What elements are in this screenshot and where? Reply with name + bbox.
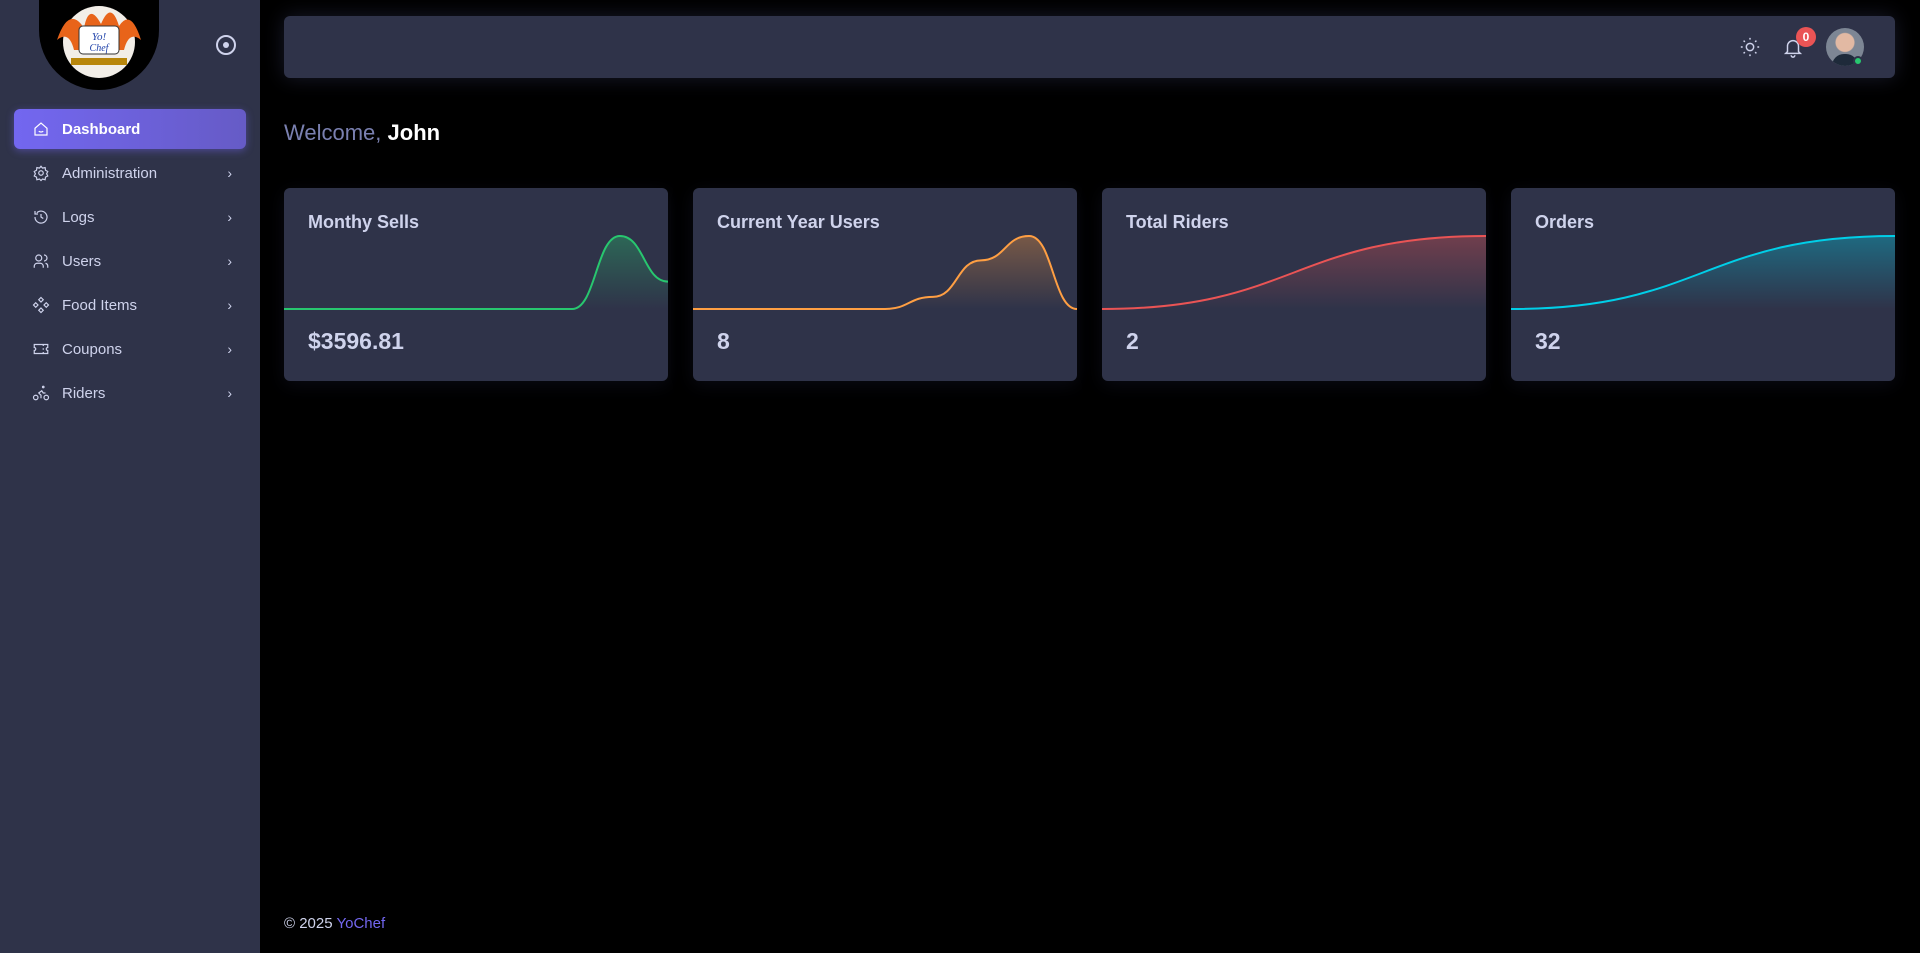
stat-card-orders: Orders 32 [1511, 188, 1895, 381]
card-value: 32 [1535, 328, 1561, 354]
sidebar: Yo! Chef Dashboard Administration › Logs … [0, 0, 260, 953]
sidebar-item-label: Dashboard [62, 120, 141, 138]
sparkline-chart [284, 234, 668, 310]
sidebar-item-riders[interactable]: Riders › [14, 373, 246, 413]
online-status-dot [1853, 56, 1863, 66]
chevron-right-icon: › [227, 297, 232, 313]
components-icon [32, 296, 50, 314]
chevron-right-icon: › [227, 341, 232, 357]
chevron-right-icon: › [227, 165, 232, 181]
history-icon [32, 208, 50, 226]
home-icon [32, 120, 50, 138]
sidebar-item-label: Administration [62, 164, 158, 182]
sun-theme-toggle-icon[interactable] [1739, 36, 1761, 58]
card-value: $3596.81 [308, 328, 404, 354]
sidebar-nav: Dashboard Administration › Logs › Users … [14, 109, 246, 417]
footer: © 2025 YoChef [284, 915, 385, 932]
users-icon [32, 252, 50, 270]
sparkline-chart [1102, 235, 1486, 310]
notification-count-badge: 0 [1796, 27, 1816, 47]
card-value: 8 [717, 328, 730, 354]
top-navbar [284, 16, 1895, 78]
footer-brand-link[interactable]: YoChef [337, 915, 386, 932]
copyright-text: © 2025 [284, 915, 337, 932]
sidebar-item-administration[interactable]: Administration › [14, 153, 246, 193]
sparkline-chart [1511, 235, 1895, 310]
sparkline-area [284, 236, 668, 309]
ticket-icon [32, 340, 50, 358]
sidebar-item-label: Riders [62, 384, 106, 402]
sparkline-chart [693, 234, 1077, 310]
stat-card-current-year-users: Current Year Users 8 [693, 188, 1077, 381]
stat-card-monthly-sells: Monthy Sells $3596.81 [284, 188, 668, 381]
welcome-heading: Welcome, John [284, 120, 440, 146]
sidebar-item-food-items[interactable]: Food Items › [14, 285, 246, 325]
sidebar-item-label: Logs [62, 208, 95, 226]
welcome-prefix: Welcome, [284, 120, 388, 145]
pin-sidebar-toggle-icon[interactable] [216, 35, 236, 55]
brand-logo[interactable]: Yo! Chef [39, 0, 159, 90]
card-value: 2 [1126, 328, 1139, 354]
stat-card-total-riders: Total Riders 2 [1102, 188, 1486, 381]
gear-icon [32, 164, 50, 182]
sparkline-area [693, 236, 1077, 309]
sidebar-item-label: Users [62, 252, 102, 270]
user-name: John [387, 120, 441, 145]
svg-text:Chef: Chef [90, 43, 110, 54]
sidebar-item-users[interactable]: Users › [14, 241, 246, 281]
sidebar-item-dashboard[interactable]: Dashboard [14, 109, 246, 149]
chevron-right-icon: › [227, 209, 232, 225]
sidebar-item-logs[interactable]: Logs › [14, 197, 246, 237]
sidebar-item-label: Food Items [62, 296, 138, 314]
sidebar-item-coupons[interactable]: Coupons › [14, 329, 246, 369]
svg-text:Yo!: Yo! [92, 31, 107, 43]
chevron-right-icon: › [227, 385, 232, 401]
bike-icon [32, 384, 50, 402]
chevron-right-icon: › [227, 253, 232, 269]
sidebar-item-label: Coupons [62, 340, 123, 358]
